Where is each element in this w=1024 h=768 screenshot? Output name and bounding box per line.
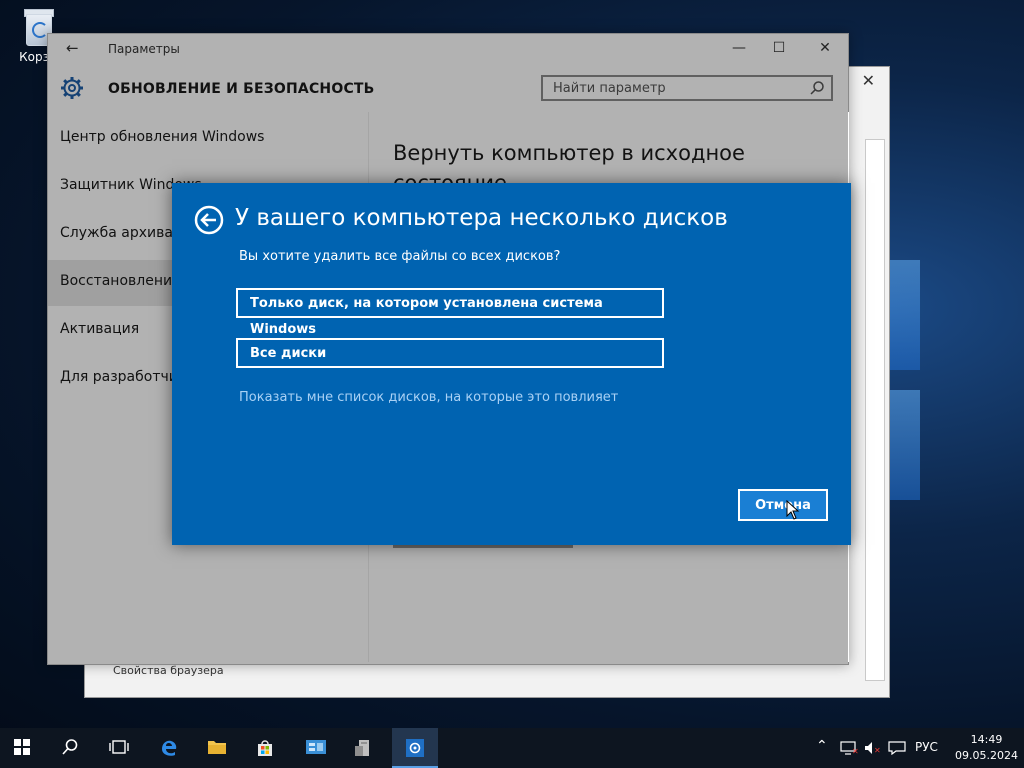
settings-gear-icon xyxy=(406,739,424,757)
clock-time: 14:49 xyxy=(970,733,1003,746)
back-window-scrollbar[interactable] xyxy=(865,139,885,681)
control-panel-taskbar-button[interactable] xyxy=(292,728,338,768)
browser-properties-link[interactable]: Свойства браузера xyxy=(113,664,224,677)
multiple-drives-dialog: У вашего компьютера несколько дисков Вы … xyxy=(172,183,851,545)
all-drives-button[interactable]: Все диски xyxy=(236,338,664,368)
back-circle-arrow-icon[interactable] xyxy=(194,205,224,235)
server-icon xyxy=(355,740,369,756)
language-indicator[interactable]: РУС xyxy=(915,740,938,754)
search-taskbar-button[interactable] xyxy=(48,728,94,768)
start-button[interactable] xyxy=(0,728,46,768)
only-system-drive-button[interactable]: Только диск, на котором установлена сист… xyxy=(236,288,664,337)
cancel-button[interactable]: Отмена xyxy=(738,489,828,521)
store-taskbar-button[interactable] xyxy=(242,728,288,768)
clock[interactable]: 14:49 09.05.2024 xyxy=(955,732,1018,764)
mouse-cursor-icon xyxy=(786,500,800,520)
show-hidden-icons-chevron-icon[interactable]: ⌃ xyxy=(816,738,828,754)
server-manager-taskbar-button[interactable] xyxy=(340,728,386,768)
dialog-title: У вашего компьютера несколько дисков xyxy=(235,205,728,231)
clock-date: 09.05.2024 xyxy=(955,749,1018,762)
task-view-icon xyxy=(109,740,129,754)
desktop-windows-logo xyxy=(880,230,1020,530)
dialog-question: Вы хотите удалить все файлы со всех диск… xyxy=(239,249,561,264)
network-icon[interactable]: ✕ xyxy=(840,741,858,755)
task-view-button[interactable] xyxy=(96,728,142,768)
windows-start-icon xyxy=(14,739,30,755)
edge-taskbar-button[interactable] xyxy=(146,728,192,768)
svg-text:✕: ✕ xyxy=(852,747,858,755)
edge-icon xyxy=(162,740,177,756)
control-panel-icon xyxy=(306,740,326,754)
back-window-close-icon[interactable]: ✕ xyxy=(862,71,875,90)
folder-icon xyxy=(208,741,226,754)
notifications-icon[interactable] xyxy=(888,741,906,755)
volume-muted-icon[interactable]: ✕ xyxy=(864,741,882,755)
settings-taskbar-button[interactable] xyxy=(392,728,438,768)
taskbar: ⌃ ✕ ✕ РУС 14:49 09.05.2024 xyxy=(0,728,1024,768)
taskbar-search-icon xyxy=(62,739,78,755)
store-bag-icon xyxy=(258,740,272,756)
svg-text:✕: ✕ xyxy=(874,746,881,755)
file-explorer-taskbar-button[interactable] xyxy=(194,728,240,768)
show-drives-link[interactable]: Показать мне список дисков, на которые э… xyxy=(239,390,618,405)
